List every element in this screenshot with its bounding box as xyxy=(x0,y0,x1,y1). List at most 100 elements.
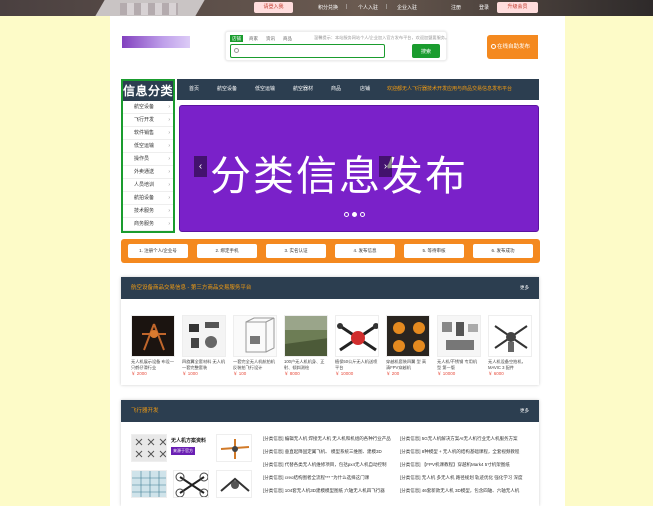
news-item[interactable]: [分类信息] 编辑无人机 焊接无人机 无人机和机组的各种行业产品 xyxy=(263,432,393,445)
product-name: 100户无人机机身、正射、倾斜测绘 xyxy=(284,359,325,370)
tile-image[interactable] xyxy=(216,434,252,462)
drone-3d-icon xyxy=(217,471,251,497)
nav-shops[interactable]: 店铺 xyxy=(360,79,370,100)
category-item[interactable]: 人员培训 › xyxy=(123,179,173,192)
nav-aviation-equipment[interactable]: 航空设备 xyxy=(217,79,237,100)
nav-products[interactable]: 商品 xyxy=(331,79,341,100)
product-card[interactable]: 100户无人机机身、正射、倾斜测绘 ￥ 8000 xyxy=(284,315,328,377)
category-item[interactable]: 外卖通送 › xyxy=(123,166,173,179)
chevron-right-icon: › xyxy=(168,182,170,188)
product-image[interactable] xyxy=(488,315,532,357)
search-input[interactable] xyxy=(230,44,385,58)
category-panel: 信息分类 航空设备 › 飞行开发 › 软件销售 › 低空运输 › 操作员 › 外卖通送 › … xyxy=(121,79,175,233)
category-item[interactable]: 技术服务 › xyxy=(123,205,173,218)
step-1[interactable]: 1. 注册个人/企业号 xyxy=(128,244,188,258)
points-exchange-link[interactable]: 积分兑换 xyxy=(318,4,338,11)
register-link[interactable]: 注册 xyxy=(451,4,461,11)
search-tab-shops[interactable]: 店铺 xyxy=(230,35,243,42)
divider: | xyxy=(386,4,388,10)
login-link[interactable]: 登录 xyxy=(479,4,489,11)
main-nav: 首页 航空设备 低空运输 航空器材 商品 店铺 欢迎都无人飞行器技术开发应用与商… xyxy=(177,79,539,100)
category-item[interactable]: 航拍设备 › xyxy=(123,192,173,205)
aviation-products-section: 航空设备商品交易信息 - 第三方商品交易服务平台 更多 无人机展示设备 布设一只… xyxy=(121,277,539,385)
site-logo-top[interactable] xyxy=(120,3,178,15)
tile-image[interactable] xyxy=(173,470,209,498)
banner-next-arrow-icon[interactable]: › xyxy=(379,156,392,177)
news-item[interactable]: [分类信息] creo结构图者全流程*** "为什么选择这门课 xyxy=(263,471,393,484)
search-icon xyxy=(234,48,239,53)
category-label: 软件销售 xyxy=(134,130,155,136)
category-item[interactable]: 商务服务 › xyxy=(123,218,173,231)
upgrade-member-button[interactable]: 升级会员 xyxy=(497,2,538,13)
step-5[interactable]: 5. 等待审核 xyxy=(404,244,464,258)
promo-title: 无人机方案资料 xyxy=(171,438,207,444)
tile-image[interactable] xyxy=(131,434,167,462)
step-4[interactable]: 4. 发布信息 xyxy=(335,244,395,258)
search-button[interactable]: 搜索 xyxy=(412,44,440,58)
nav-aircraft-parts[interactable]: 航空器材 xyxy=(293,79,313,100)
search-tab-merchants[interactable]: 商家 xyxy=(247,35,260,42)
step-6[interactable]: 6. 发布成功 xyxy=(473,244,533,258)
category-item[interactable]: 低空运输 › xyxy=(123,140,173,153)
tile-image[interactable] xyxy=(216,470,252,498)
product-card[interactable]: 一套完全无人机航拍机 反装拍飞行设计 ￥ 100 xyxy=(233,315,277,377)
category-item[interactable]: 软件销售 › xyxy=(123,127,173,140)
banner-prev-arrow-icon[interactable]: ‹ xyxy=(194,156,207,177)
news-item[interactable]: [分类信息] 代替各类无人机维修项目，包括px4无人机自动控制 xyxy=(263,458,393,471)
product-card[interactable]: 无人机/不锈钢 专用机型 第一版 ￥ 10000 xyxy=(437,315,481,377)
top-bar: 请登入我 积分兑换 | 个人入驻 | 企业入驻 注册 登录 升级会员 xyxy=(0,0,653,16)
category-label: 商务服务 xyxy=(134,221,155,227)
login-prompt-button[interactable]: 请登入我 xyxy=(254,2,293,13)
product-image[interactable] xyxy=(386,315,430,357)
news-item[interactable]: [分类信息] 104套无人机3D建模模型图纸 六轴无人机四飞行器 xyxy=(263,484,393,497)
category-label: 外卖通送 xyxy=(134,169,155,175)
product-card[interactable]: 四旋翼全套材料 无人机 一套完整套装 ￥ 1000 xyxy=(182,315,226,377)
product-image[interactable] xyxy=(284,315,328,357)
section-title: 飞行器开发 xyxy=(131,408,159,414)
personal-join-link[interactable]: 个人入驻 xyxy=(358,4,378,11)
product-card[interactable]: 无人机展示设备 布设一只鹤仔滑行业 ￥ 2000 xyxy=(131,315,175,377)
nav-home[interactable]: 首页 xyxy=(189,79,199,100)
product-image[interactable] xyxy=(335,315,379,357)
hero-banner[interactable]: 分类信息发布 ‹ › xyxy=(179,105,539,232)
site-logo[interactable] xyxy=(122,36,190,48)
banner-pagination xyxy=(344,212,365,217)
tile-image[interactable] xyxy=(131,470,167,498)
search-tab-products[interactable]: 商品 xyxy=(281,35,294,42)
step-2[interactable]: 2. 绑定手机 xyxy=(197,244,257,258)
product-price: ￥ 1000 xyxy=(182,371,198,376)
banner-dot[interactable] xyxy=(360,212,365,217)
category-item[interactable]: 航空设备 › xyxy=(123,101,173,114)
publish-steps-bar: 1. 注册个人/企业号 2. 绑定手机 3. 实名认证 4. 发布信息 5. 等… xyxy=(121,239,540,263)
search-panel: 店铺 商家 资讯 商品 温馨提示：本站服务网站个人/企业加入官方发布平台，欢迎加… xyxy=(225,31,449,61)
enterprise-join-link[interactable]: 企业入驻 xyxy=(397,4,417,11)
news-item[interactable]: [分类信息] 无人机 多无人机 路径规划 轨迹优化 强化学习 深度 xyxy=(400,471,530,484)
banner-dot[interactable] xyxy=(344,212,349,217)
product-card[interactable]: 植保50公斤无人机送喷平台 ￥ 10000 xyxy=(335,315,379,377)
banner-dot-active[interactable] xyxy=(352,212,357,217)
promo-tile[interactable]: 无人机方案资料 来源于官方 xyxy=(171,434,207,462)
search-tab-news[interactable]: 资讯 xyxy=(264,35,277,42)
nav-low-altitude-transport[interactable]: 低空运输 xyxy=(255,79,275,100)
product-image[interactable] xyxy=(437,315,481,357)
category-label: 低空运输 xyxy=(134,143,155,149)
news-item[interactable]: [分类信息] 8种模型 + 无人机的结构基础课程，全套视频教程 xyxy=(400,445,530,458)
product-image[interactable] xyxy=(233,315,277,357)
category-item[interactable]: 飞行开发 › xyxy=(123,114,173,127)
category-item[interactable]: 操作员 › xyxy=(123,153,173,166)
step-3[interactable]: 3. 实名认证 xyxy=(266,244,326,258)
news-item[interactable]: [分类信息] 5G无人机解决方案AI无人机行业无人机服务方案 xyxy=(400,432,530,445)
product-image[interactable] xyxy=(131,315,175,357)
product-image[interactable] xyxy=(182,315,226,357)
news-item[interactable]: [分类信息] 【FPV机课教程】穿越机Mark4 5寸机架图纸 xyxy=(400,458,530,471)
section-more-link[interactable]: 更多 xyxy=(520,277,529,299)
product-card[interactable]: 穿越机套装四翼 型 高清FPV穿越机 ￥ 200 xyxy=(386,315,430,377)
section-more-link[interactable]: 更多 xyxy=(520,400,529,422)
self-publish-button[interactable]: 在线自助发布 xyxy=(487,35,538,59)
chevron-right-icon: › xyxy=(168,169,170,175)
news-item[interactable]: [分类信息] 垂直起降固定翼飞机、 模型系统三维图、建模3D xyxy=(263,445,393,458)
product-card[interactable]: 无人机设备空拍机，MAVIC 3 配件 ￥ 6000 xyxy=(488,315,532,377)
category-list: 航空设备 › 飞行开发 › 软件销售 › 低空运输 › 操作员 › 外卖通送 › 人员培训 ›… xyxy=(123,101,173,231)
news-item[interactable]: [分类信息] 46套新款无人机 3D模型，包含四轴、六轴无人机 xyxy=(400,484,530,497)
chevron-right-icon: › xyxy=(168,156,170,162)
